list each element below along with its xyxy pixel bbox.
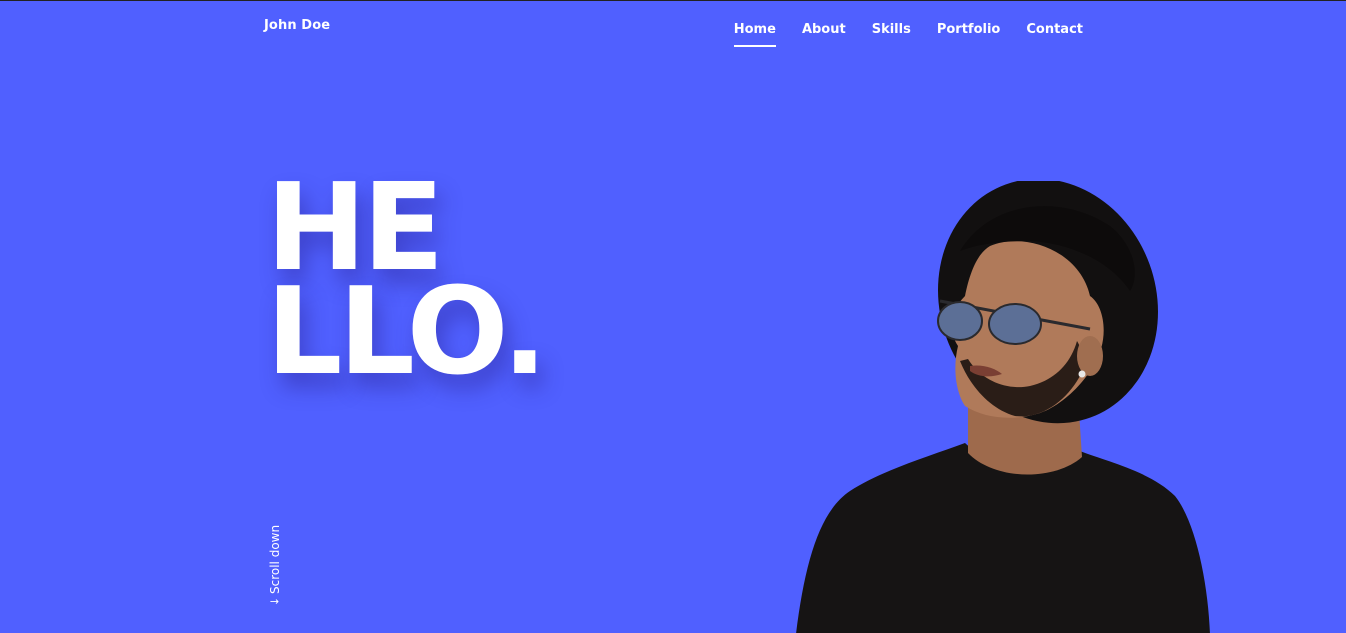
navbar: John Doe Home About Skills Portfolio Con… xyxy=(0,1,1346,55)
nav-item-about: About xyxy=(802,18,846,44)
nav-item-home: Home xyxy=(733,18,777,47)
nav-item-portfolio: Portfolio xyxy=(937,18,1001,44)
portrait-lens-right xyxy=(988,303,1042,345)
hero-headline: HE LLO. xyxy=(266,169,548,402)
scroll-down-link[interactable]: → Scroll down xyxy=(266,516,284,608)
arrow-down-icon: → xyxy=(270,594,280,608)
headline-line-2: LLO. xyxy=(266,263,548,402)
nav-link-home[interactable]: Home xyxy=(733,22,777,47)
nav-link-about[interactable]: About xyxy=(802,22,846,44)
scroll-down-label: Scroll down xyxy=(268,524,282,594)
hero-section: John Doe Home About Skills Portfolio Con… xyxy=(0,1,1346,633)
nav-link-contact[interactable]: Contact xyxy=(1026,22,1083,44)
nav-item-contact: Contact xyxy=(1026,18,1083,44)
brand-logo-link[interactable]: John Doe xyxy=(264,18,330,33)
nav-item-skills: Skills xyxy=(872,18,911,44)
nav-menu: Home About Skills Portfolio Contact xyxy=(733,18,1083,47)
portrait-earring xyxy=(1078,370,1086,378)
nav-link-portfolio[interactable]: Portfolio xyxy=(937,22,1001,44)
portrait-ear xyxy=(1077,336,1103,376)
portrait-lens-left xyxy=(937,301,983,341)
nav-link-skills[interactable]: Skills xyxy=(872,22,911,44)
portrait-image xyxy=(796,181,1210,633)
